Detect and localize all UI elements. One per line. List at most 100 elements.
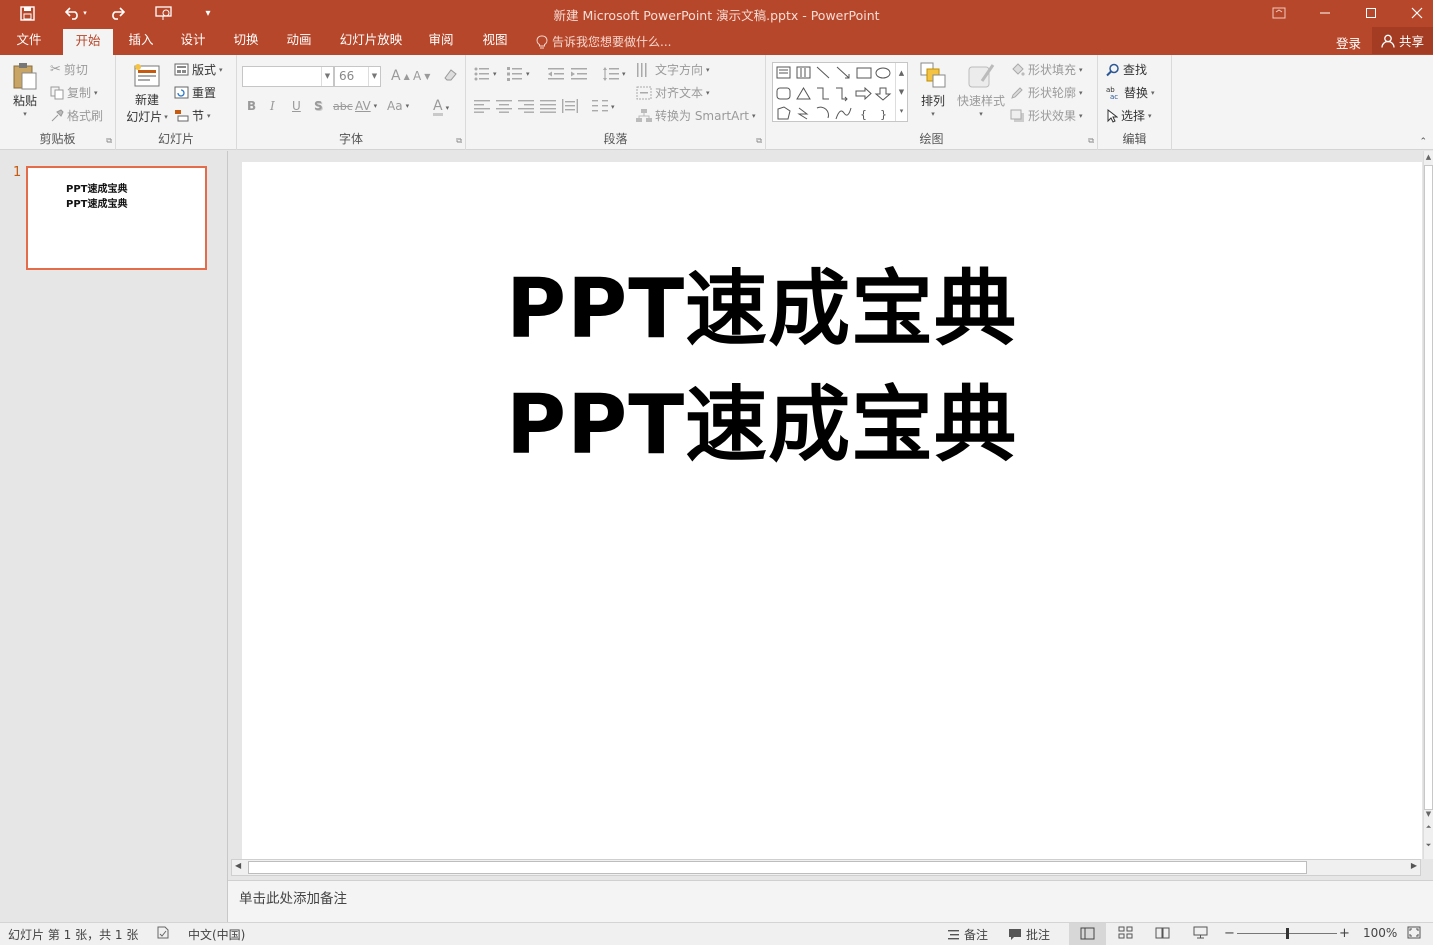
- fit-to-window-button[interactable]: [1407, 926, 1421, 939]
- notes-placeholder[interactable]: 单击此处添加备注: [239, 887, 347, 907]
- scroll-right-icon[interactable]: ▶: [1411, 861, 1417, 870]
- select-button[interactable]: 选择 ▾: [1106, 107, 1152, 124]
- align-left-button[interactable]: [474, 100, 490, 113]
- next-slide-icon[interactable]: ⏷: [1424, 841, 1433, 850]
- tab-review[interactable]: 审阅: [420, 27, 462, 55]
- zoom-slider-thumb[interactable]: [1285, 928, 1289, 939]
- justify-button[interactable]: [540, 100, 556, 113]
- font-size-dropdown-icon[interactable]: ▼: [368, 67, 380, 86]
- drawing-launcher-icon[interactable]: ⧉: [1088, 136, 1094, 146]
- horizontal-scroll-thumb[interactable]: [248, 861, 1307, 874]
- close-button[interactable]: [1397, 2, 1433, 24]
- italic-button[interactable]: I: [270, 99, 275, 113]
- tell-me-search[interactable]: 告诉我您想要做什么...: [536, 33, 671, 50]
- font-color-button[interactable]: A ▾: [433, 99, 449, 116]
- spell-check-button[interactable]: [156, 926, 170, 939]
- font-size-combo[interactable]: 66 ▼: [334, 66, 381, 87]
- tab-view[interactable]: 视图: [474, 27, 516, 55]
- font-name-combo[interactable]: ▼: [242, 66, 334, 87]
- strikethrough-button[interactable]: abc: [333, 100, 353, 113]
- reading-view-button[interactable]: [1155, 926, 1170, 939]
- tab-animations[interactable]: 动画: [278, 27, 320, 55]
- replace-button[interactable]: ab ac 替换 ▾: [1106, 84, 1155, 101]
- clipboard-launcher-icon[interactable]: ⧉: [106, 136, 112, 146]
- section-button[interactable]: 节 ▾: [174, 107, 211, 124]
- notes-toggle-button[interactable]: 备注: [947, 926, 988, 943]
- convert-smartart-button[interactable]: 转换为 SmartArt ▾: [636, 107, 755, 124]
- reset-button[interactable]: 重置: [174, 84, 216, 101]
- increase-indent-button[interactable]: [571, 67, 587, 81]
- copy-button[interactable]: 复制 ▾: [50, 84, 98, 101]
- slideshow-button[interactable]: [1193, 926, 1208, 939]
- clear-formatting-button[interactable]: [442, 68, 458, 82]
- underline-button[interactable]: U: [292, 99, 301, 113]
- columns-button[interactable]: ▾: [592, 100, 615, 113]
- shapes-gallery-scroll[interactable]: ▲ ▼ ▾: [895, 63, 907, 121]
- comments-toggle-button[interactable]: 批注: [1008, 926, 1050, 943]
- sign-in-link[interactable]: 登录: [1336, 33, 1361, 52]
- vertical-scrollbar[interactable]: ▲ ▼ ⏶ ⏷: [1423, 151, 1433, 859]
- undo-dropdown-icon[interactable]: ▾: [83, 9, 87, 17]
- new-slide-button[interactable]: 新建 幻灯片 ▾: [122, 61, 172, 125]
- scroll-left-icon[interactable]: ◀: [235, 861, 241, 870]
- zoom-level[interactable]: 100%: [1363, 926, 1397, 940]
- scroll-down-icon[interactable]: ▼: [1424, 810, 1433, 818]
- normal-view-button[interactable]: [1069, 923, 1106, 945]
- share-button[interactable]: 共享: [1372, 27, 1433, 54]
- tab-file[interactable]: 文件: [6, 27, 52, 55]
- shapes-gallery[interactable]: { } ▲ ▼ ▾: [772, 62, 908, 122]
- vertical-scroll-thumb[interactable]: [1424, 165, 1433, 810]
- save-button[interactable]: [16, 3, 38, 23]
- gallery-down-icon[interactable]: ▼: [899, 88, 904, 96]
- collapse-ribbon-icon[interactable]: ⌃: [1419, 137, 1427, 147]
- notes-pane[interactable]: 单击此处添加备注: [228, 880, 1433, 922]
- paragraph-launcher-icon[interactable]: ⧉: [756, 136, 762, 146]
- shape-effects-button[interactable]: 形状效果 ▾: [1010, 107, 1083, 124]
- align-center-button[interactable]: [496, 100, 512, 113]
- language-indicator[interactable]: 中文(中国): [188, 926, 245, 943]
- tab-insert[interactable]: 插入: [120, 27, 162, 55]
- layout-button[interactable]: 版式 ▾: [174, 61, 223, 78]
- minimize-button[interactable]: [1305, 2, 1345, 24]
- shadow-button[interactable]: S: [314, 99, 323, 113]
- numbering-button[interactable]: ▾: [507, 67, 530, 81]
- gallery-more-icon[interactable]: ▾: [900, 107, 904, 115]
- tab-home[interactable]: 开始: [63, 29, 113, 55]
- text-direction-button[interactable]: 文字方向 ▾: [636, 61, 710, 78]
- find-button[interactable]: 查找: [1106, 61, 1147, 78]
- grow-font-button[interactable]: A ▲: [391, 68, 410, 84]
- scroll-up-icon[interactable]: ▲: [1424, 153, 1433, 161]
- shrink-font-button[interactable]: A ▼: [413, 69, 430, 83]
- slide-sorter-button[interactable]: [1118, 926, 1133, 939]
- align-right-button[interactable]: [518, 100, 534, 113]
- shape-outline-button[interactable]: 形状轮廓 ▾: [1010, 84, 1083, 101]
- undo-button[interactable]: ▾: [60, 3, 92, 23]
- slide-thumbnail[interactable]: PPT速成宝典 PPT速成宝典: [26, 166, 207, 270]
- zoom-out-button[interactable]: −: [1224, 926, 1235, 941]
- font-launcher-icon[interactable]: ⧉: [456, 136, 462, 146]
- previous-slide-icon[interactable]: ⏶: [1424, 823, 1433, 832]
- zoom-in-button[interactable]: +: [1339, 926, 1350, 941]
- distributed-button[interactable]: [562, 99, 578, 113]
- horizontal-scrollbar[interactable]: ◀ ▶: [231, 859, 1421, 876]
- cut-button[interactable]: ✂ 剪切: [50, 61, 88, 78]
- tab-slideshow[interactable]: 幻灯片放映: [333, 27, 409, 55]
- tab-transitions[interactable]: 切换: [225, 27, 267, 55]
- arrange-button[interactable]: 排列 ▾: [916, 61, 950, 118]
- customize-qat-button[interactable]: ▾: [200, 3, 216, 23]
- paste-button[interactable]: 粘贴 ▾: [8, 61, 42, 118]
- slide-title-textbox[interactable]: PPT速成宝典 PPT速成宝典: [506, 252, 1017, 484]
- decrease-indent-button[interactable]: [548, 67, 564, 81]
- zoom-slider-track[interactable]: [1237, 928, 1337, 939]
- ribbon-display-options-button[interactable]: [1259, 2, 1299, 24]
- maximize-button[interactable]: [1351, 2, 1391, 24]
- slide-canvas[interactable]: PPT速成宝典 PPT速成宝典: [242, 162, 1422, 859]
- line-spacing-button[interactable]: ▾: [603, 67, 626, 81]
- redo-button[interactable]: [106, 3, 128, 23]
- change-case-button[interactable]: Aa ▾: [387, 99, 409, 113]
- start-from-beginning-button[interactable]: [152, 3, 176, 23]
- bold-button[interactable]: B: [247, 99, 256, 113]
- font-name-dropdown-icon[interactable]: ▼: [321, 67, 333, 86]
- format-painter-button[interactable]: 格式刷: [50, 107, 103, 124]
- shape-fill-button[interactable]: 形状填充 ▾: [1010, 61, 1083, 78]
